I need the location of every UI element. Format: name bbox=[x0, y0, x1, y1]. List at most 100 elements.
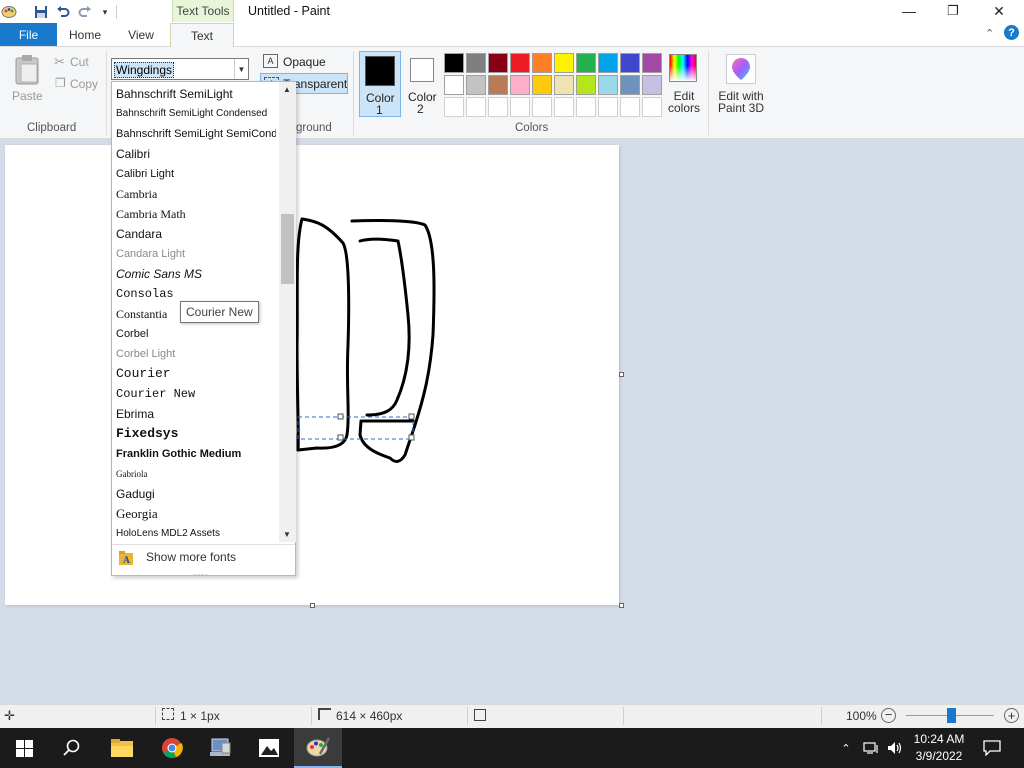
font-list-item[interactable]: Corbel Light bbox=[116, 344, 276, 364]
palette-swatch[interactable] bbox=[488, 75, 508, 95]
tab-home[interactable]: Home bbox=[60, 23, 110, 47]
copy-button[interactable]: ❐ Copy bbox=[54, 76, 102, 92]
tab-text[interactable]: Text bbox=[170, 23, 234, 48]
font-list-item[interactable]: Bahnschrift SemiLight Condensed bbox=[116, 104, 276, 124]
palette-swatch-empty[interactable] bbox=[510, 97, 530, 117]
palette-swatch[interactable] bbox=[642, 53, 662, 73]
cut-button[interactable]: ✂ Cut bbox=[54, 54, 102, 70]
file-explorer-button[interactable] bbox=[98, 728, 146, 768]
palette-swatch[interactable] bbox=[466, 53, 486, 73]
clock-date[interactable]: 3/9/2022 bbox=[906, 749, 972, 763]
palette-swatch[interactable] bbox=[532, 75, 552, 95]
font-list-item[interactable]: Courier bbox=[116, 364, 276, 384]
palette-swatch[interactable] bbox=[466, 75, 486, 95]
font-list-item[interactable]: Comic Sans MS bbox=[116, 264, 276, 284]
palette-swatch-empty[interactable] bbox=[444, 97, 464, 117]
chrome-button[interactable] bbox=[148, 728, 196, 768]
palette-swatch-empty[interactable] bbox=[532, 97, 552, 117]
scrollbar-thumb[interactable] bbox=[281, 214, 294, 284]
font-list-item[interactable]: Fixedsys bbox=[116, 424, 276, 444]
font-list-scrollbar[interactable]: ▲ ▼ bbox=[279, 82, 296, 542]
zoom-in-button[interactable]: + bbox=[1004, 708, 1019, 723]
palette-swatch[interactable] bbox=[510, 53, 530, 73]
font-list-item[interactable]: Calibri bbox=[116, 144, 276, 164]
palette-swatch[interactable] bbox=[620, 53, 640, 73]
opaque-option[interactable]: A Opaque bbox=[263, 54, 353, 72]
palette-swatch[interactable] bbox=[576, 53, 596, 73]
font-list-item[interactable]: Candara Light bbox=[116, 244, 276, 264]
network-app-button[interactable] bbox=[196, 728, 244, 768]
palette-swatch[interactable] bbox=[444, 53, 464, 73]
font-list-item[interactable]: Candara bbox=[116, 224, 276, 244]
paint-app-icon[interactable] bbox=[0, 3, 18, 21]
font-list-item[interactable]: Georgia bbox=[116, 504, 276, 524]
font-list-item[interactable]: Franklin Gothic Medium bbox=[116, 444, 276, 464]
selection-handle[interactable] bbox=[408, 434, 415, 441]
scroll-up-icon[interactable]: ▲ bbox=[283, 85, 291, 94]
palette-swatch-empty[interactable] bbox=[576, 97, 596, 117]
tab-file[interactable]: File bbox=[0, 23, 57, 46]
font-list-item[interactable]: Corbel bbox=[116, 324, 276, 344]
palette-swatch[interactable] bbox=[576, 75, 596, 95]
drawing-canvas[interactable] bbox=[5, 145, 619, 605]
network-icon[interactable] bbox=[860, 728, 882, 768]
canvas-resize-handle-bottom[interactable] bbox=[310, 603, 315, 608]
photos-button[interactable] bbox=[245, 728, 293, 768]
palette-swatch[interactable] bbox=[598, 75, 618, 95]
volume-icon[interactable] bbox=[884, 728, 906, 768]
palette-swatch[interactable] bbox=[488, 53, 508, 73]
font-family-combobox[interactable]: Wingdings ▼ bbox=[111, 58, 249, 80]
save-icon[interactable] bbox=[32, 3, 50, 21]
maximize-button[interactable]: ❐ bbox=[930, 0, 976, 22]
selection-handle[interactable] bbox=[408, 413, 415, 420]
font-list-item[interactable]: HoloLens MDL2 Assets bbox=[116, 524, 276, 542]
palette-swatch-empty[interactable] bbox=[554, 97, 574, 117]
palette-swatch[interactable] bbox=[554, 75, 574, 95]
palette-swatch-empty[interactable] bbox=[620, 97, 640, 117]
palette-swatch-empty[interactable] bbox=[488, 97, 508, 117]
font-list-item[interactable]: Courier New bbox=[116, 384, 276, 404]
canvas-resize-handle-corner[interactable] bbox=[619, 603, 624, 608]
color2-button[interactable]: Color 2 bbox=[402, 51, 442, 117]
customize-quick-access-icon[interactable]: ▾ bbox=[96, 3, 114, 21]
palette-swatch[interactable] bbox=[554, 53, 574, 73]
font-list-item[interactable]: Cambria bbox=[116, 184, 276, 204]
paint-taskbar-button[interactable] bbox=[294, 728, 342, 768]
palette-swatch[interactable] bbox=[598, 53, 618, 73]
edit-with-paint3d-button[interactable]: Edit with Paint 3D bbox=[714, 52, 768, 118]
undo-icon[interactable] bbox=[54, 3, 72, 21]
palette-swatch-empty[interactable] bbox=[598, 97, 618, 117]
zoom-out-button[interactable]: − bbox=[881, 708, 896, 723]
show-hidden-icons[interactable]: ⌃ bbox=[838, 728, 854, 768]
minimize-button[interactable]: — bbox=[886, 0, 932, 22]
font-list-item[interactable]: Calibri Light bbox=[116, 164, 276, 184]
palette-swatch-empty[interactable] bbox=[642, 97, 662, 117]
tab-view[interactable]: View bbox=[116, 23, 166, 47]
help-icon[interactable]: ? bbox=[1004, 25, 1019, 40]
dropdown-resize-grip[interactable]: ···· bbox=[194, 570, 209, 579]
palette-swatch[interactable] bbox=[642, 75, 662, 95]
clock-time[interactable]: 10:24 AM bbox=[906, 732, 972, 746]
palette-swatch[interactable] bbox=[620, 75, 640, 95]
action-center-button[interactable] bbox=[980, 728, 1004, 768]
palette-swatch-empty[interactable] bbox=[466, 97, 486, 117]
canvas-resize-handle-right[interactable] bbox=[619, 372, 624, 377]
edit-colors-button[interactable]: Edit colors bbox=[666, 52, 702, 118]
search-button[interactable] bbox=[48, 728, 96, 768]
font-list-item[interactable]: Ebrima bbox=[116, 404, 276, 424]
close-button[interactable]: ✕ bbox=[976, 0, 1022, 22]
zoom-slider-thumb[interactable] bbox=[947, 708, 956, 723]
font-list-item[interactable]: Cambria Math bbox=[116, 204, 276, 224]
paste-button[interactable]: Paste bbox=[8, 52, 48, 108]
selection-handle[interactable] bbox=[337, 413, 344, 420]
font-list-item[interactable]: Bahnschrift SemiLight bbox=[116, 84, 276, 104]
start-button[interactable] bbox=[0, 728, 48, 768]
font-list-item[interactable]: Gabriola bbox=[116, 464, 276, 484]
palette-swatch[interactable] bbox=[532, 53, 552, 73]
font-list-item[interactable]: Bahnschrift SemiLight SemiConde bbox=[116, 124, 276, 144]
redo-icon[interactable] bbox=[76, 3, 94, 21]
scroll-down-icon[interactable]: ▼ bbox=[283, 530, 291, 539]
chevron-down-icon[interactable]: ▼ bbox=[234, 59, 248, 79]
palette-swatch[interactable] bbox=[444, 75, 464, 95]
selection-handle[interactable] bbox=[337, 434, 344, 441]
